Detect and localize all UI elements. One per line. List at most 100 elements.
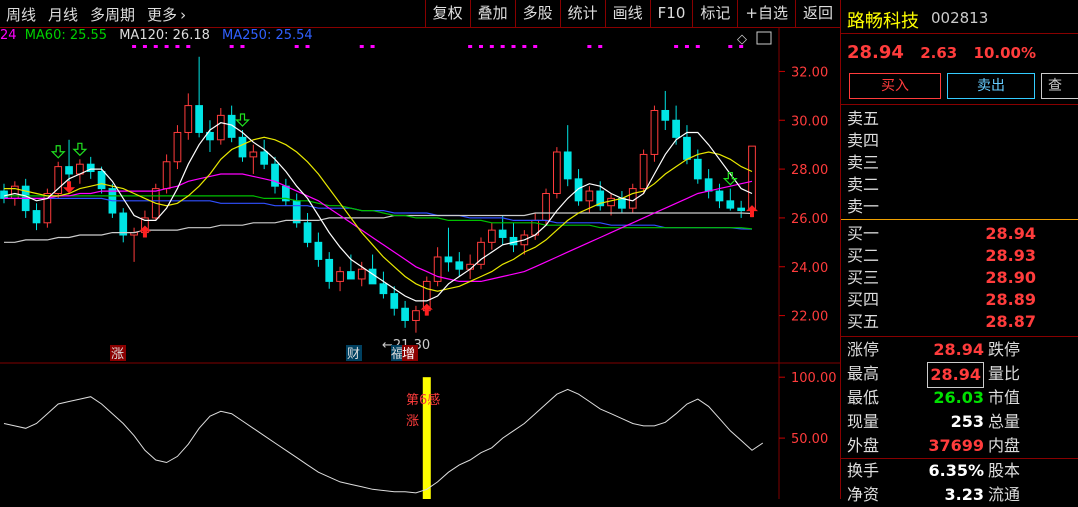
indicator-tick-label: 50.00 xyxy=(791,432,828,447)
stat-label: 涨停 xyxy=(847,340,880,359)
sell-arrow-icon xyxy=(235,113,250,127)
buy-arrow-icon xyxy=(746,205,758,218)
purple-dot xyxy=(533,45,538,48)
query-button[interactable]: 查 xyxy=(1041,73,1078,99)
tab-more[interactable]: 更多 › xyxy=(141,4,192,25)
candle-body xyxy=(542,193,550,221)
tab-monthly[interactable]: 月线 xyxy=(42,4,84,25)
sell-arrow-icon xyxy=(50,145,66,159)
divider xyxy=(841,104,1078,105)
bid-row[interactable]: 买一 28.94 xyxy=(841,223,1078,245)
chart-tool-buttons: 复权 叠加 多股 统计 画线 F10 标记 +自选 返回 xyxy=(424,0,840,27)
ask-label: 卖五 xyxy=(847,109,880,128)
bid-row[interactable]: 买四 28.89 xyxy=(841,289,1078,311)
signal-markers xyxy=(50,45,758,316)
ask-row[interactable]: 卖二 xyxy=(841,174,1078,196)
candle-body xyxy=(748,145,756,211)
ask-row[interactable]: 卖三 xyxy=(841,152,1078,174)
stat-value: 37699 xyxy=(928,436,984,455)
add-watchlist-button[interactable]: +自选 xyxy=(737,0,795,27)
purple-dot xyxy=(478,45,483,48)
candle-body xyxy=(704,178,713,192)
stat-value: 3.23 xyxy=(944,485,984,504)
purple-dot xyxy=(153,45,158,48)
multi-stock-button[interactable]: 多股 xyxy=(514,0,560,27)
zeng-marker[interactable]: 增 xyxy=(402,347,415,362)
bid-price: 28.89 xyxy=(985,290,1036,309)
stat-label: 最低 xyxy=(847,388,880,407)
purple-dot xyxy=(728,45,733,48)
candle-body xyxy=(0,190,8,199)
purple-dot xyxy=(587,45,592,48)
restore-rights-button[interactable]: 复权 xyxy=(424,0,470,27)
purple-dot xyxy=(489,45,494,48)
candle-body xyxy=(347,271,355,280)
ask-row[interactable]: 卖一 xyxy=(841,196,1078,218)
bid-row[interactable]: 买三 28.90 xyxy=(841,267,1078,289)
ask-label: 卖二 xyxy=(847,175,880,194)
candle-body xyxy=(162,161,171,190)
candle-body xyxy=(195,105,203,133)
bid-row[interactable]: 买二 28.93 xyxy=(841,245,1078,267)
stat-row: 换手 6.35% 股本 xyxy=(841,459,1078,483)
candle-body xyxy=(693,158,702,180)
ask-label: 卖三 xyxy=(847,153,880,172)
bid-price: 28.93 xyxy=(985,246,1036,265)
stat-value: 28.94 xyxy=(933,340,984,359)
price-change: 2.63 xyxy=(920,44,958,62)
candle-body xyxy=(433,256,442,282)
purple-dot xyxy=(511,45,516,48)
bid-label: 买二 xyxy=(847,246,880,265)
tab-multi-period[interactable]: 多周期 xyxy=(84,4,141,25)
panel-toggle-icon[interactable] xyxy=(756,31,772,45)
candle-body xyxy=(683,136,691,160)
candle-body xyxy=(216,114,225,141)
buy-button[interactable]: 买入 xyxy=(849,73,941,99)
ask-row[interactable]: 卖五 xyxy=(841,108,1078,130)
stat-label-2: 内盘 xyxy=(988,436,1021,455)
zhang-marker[interactable]: 涨 xyxy=(111,347,124,362)
stat-label-2: 总量 xyxy=(988,412,1021,431)
purple-dot xyxy=(186,45,191,48)
candle-body xyxy=(32,210,41,224)
candle-body xyxy=(574,178,583,202)
diamond-icon[interactable]: ◇ xyxy=(737,32,747,47)
candle-body xyxy=(379,283,388,295)
candle-body xyxy=(336,271,344,282)
bid-row[interactable]: 买五 28.87 xyxy=(841,311,1078,333)
back-button[interactable]: 返回 xyxy=(794,0,840,27)
buy-arrow-icon xyxy=(138,225,151,238)
candle-body xyxy=(412,310,420,321)
candle-body xyxy=(238,136,247,158)
kline-chart[interactable]: 22.00 24.00 26.00 28.00 30.00 32.00 50.00 100.0… xyxy=(0,27,840,499)
draw-line-button[interactable]: 画线 xyxy=(604,0,650,27)
price-tick-label: 32.00 xyxy=(791,65,828,80)
price-quote: 28.94 2.63 10.00% xyxy=(847,42,1036,63)
purple-dot xyxy=(132,45,137,48)
ask-label: 卖一 xyxy=(847,197,880,216)
sell-order-book: 卖五 卖四 卖三 卖二 卖一 xyxy=(841,108,1078,218)
candle-body xyxy=(368,268,377,285)
candle-body xyxy=(737,207,746,212)
overlay-button[interactable]: 叠加 xyxy=(469,0,515,27)
stock-code: 002813 xyxy=(931,9,989,27)
ask-row[interactable]: 卖四 xyxy=(841,130,1078,152)
bid-label: 买四 xyxy=(847,290,880,309)
stat-label-2: 股本 xyxy=(988,461,1021,480)
stat-label: 外盘 xyxy=(847,436,880,455)
sell-button[interactable]: 卖出 xyxy=(947,73,1035,99)
tab-weekly[interactable]: 周线 xyxy=(0,4,42,25)
candle-body xyxy=(650,109,659,155)
sell-arrow-icon xyxy=(72,142,88,157)
bid-label: 买五 xyxy=(847,312,880,331)
f10-button[interactable]: F10 xyxy=(649,0,693,27)
indicator-line xyxy=(3,388,764,494)
candle-body xyxy=(325,258,334,282)
cai-marker[interactable]: 财 xyxy=(347,347,360,362)
signal-title: 第6感 xyxy=(406,392,440,408)
statistics-button[interactable]: 统计 xyxy=(559,0,605,27)
candle-body xyxy=(509,236,518,246)
stat-label: 最高 xyxy=(847,364,880,383)
mark-button[interactable]: 标记 xyxy=(692,0,737,27)
stat-row: 外盘 37699 内盘 xyxy=(841,434,1078,458)
